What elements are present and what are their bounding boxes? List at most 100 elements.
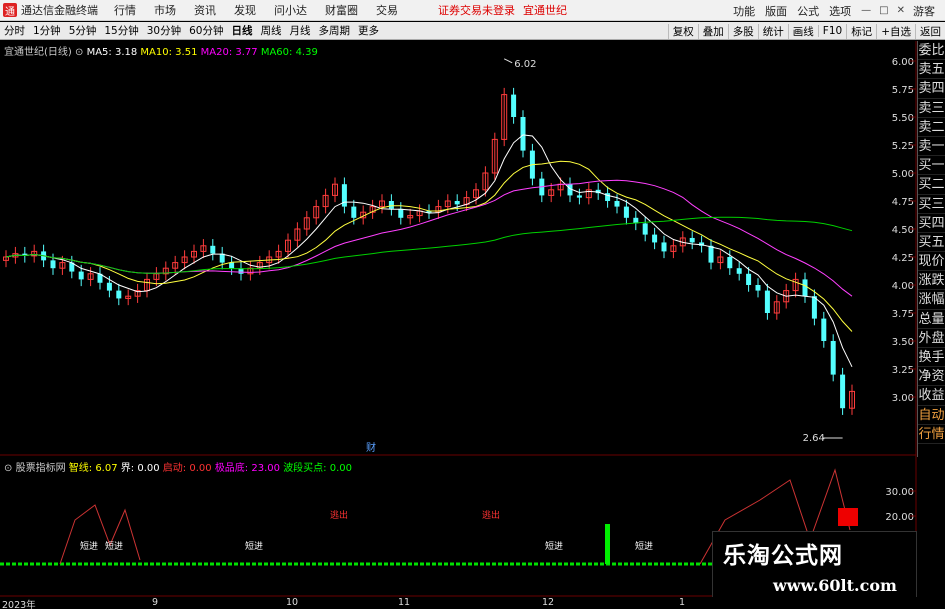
date-label: 1: [679, 597, 686, 608]
signal-label: 短进: [245, 540, 263, 552]
indicator-bar: [605, 524, 610, 564]
panel-item: 卖五: [918, 60, 945, 80]
candles: [3, 87, 855, 415]
high-label: 6.02: [514, 59, 536, 70]
candle-body: [106, 282, 112, 291]
candle-body: [614, 201, 620, 207]
ma-lines: 6.02 2.64 财: [5, 58, 853, 454]
panel-item: 买五: [918, 233, 945, 253]
candle-body: [727, 257, 733, 269]
date-label: 9: [152, 597, 159, 608]
candle-body: [764, 290, 770, 313]
candle-body: [830, 341, 836, 375]
date-label: 12: [542, 597, 555, 608]
candle-body: [840, 374, 846, 409]
indicator-line1: 智线: 6.07: [68, 463, 118, 474]
candle-body: [811, 296, 817, 319]
candle-body: [351, 206, 357, 218]
date-axis: 2023年 9 10 11 12 1: [0, 597, 945, 609]
panel-item: 买三: [918, 195, 945, 214]
price-tick-label: 5.50: [892, 113, 914, 124]
indicator-line3: 启动: 0.00: [162, 463, 212, 474]
candle-body: [398, 208, 404, 218]
price-tick-label: 5.00: [892, 169, 914, 180]
signal-label: 逃出: [482, 509, 500, 521]
panel-item: 收益: [918, 386, 945, 406]
panel-item: 总量: [918, 310, 945, 329]
candle-body: [652, 234, 658, 243]
indicator-settings-icon[interactable]: ⊙: [4, 463, 12, 474]
price-tick-label: 3.50: [892, 337, 914, 348]
panel-item: 买一: [918, 156, 945, 176]
indicator-line2: 界: 0.00: [120, 463, 160, 474]
price-tick-label: 4.50: [892, 225, 914, 236]
ma-settings-icon[interactable]: ⊙: [75, 47, 83, 58]
candle-body: [642, 223, 648, 235]
signal-label: 短进: [105, 540, 123, 552]
candle-body: [388, 201, 394, 209]
signal-label: 短进: [635, 540, 653, 552]
panel-item: 买二: [918, 175, 945, 195]
price-tick-label: 4.00: [892, 281, 914, 292]
signal-label: 短进: [545, 540, 563, 552]
date-label: 2023年: [2, 600, 36, 609]
price-tick-label: 5.25: [892, 141, 914, 152]
indicator-name[interactable]: 股票指标网: [16, 463, 66, 474]
price-tick-label: 3.75: [892, 309, 914, 320]
candle-body: [821, 318, 827, 341]
candle-body: [576, 195, 582, 198]
candle-body: [736, 268, 742, 274]
candle-body: [802, 279, 808, 297]
ma20-line: [5, 179, 853, 297]
candle-body: [689, 237, 695, 243]
candle-body: [520, 117, 526, 151]
indicator-header: ⊙ 股票指标网 智线: 6.07 界: 0.00 启动: 0.00 极品底: 2…: [4, 459, 352, 474]
candle-body: [454, 201, 460, 205]
date-label: 10: [286, 597, 299, 608]
candle-body: [229, 262, 235, 269]
panel-item: 卖三: [918, 99, 945, 118]
candle-body: [708, 245, 714, 263]
stock-period-label[interactable]: 宜通世纪(日线): [4, 47, 72, 58]
indicator-line4: 极品底: 23.00: [214, 463, 280, 474]
candle-body: [50, 260, 56, 269]
signal-label: 逃出: [330, 509, 348, 521]
panel-item: 委比: [918, 41, 945, 61]
indicator-line5: 波段买点: 0.00: [283, 463, 353, 474]
panel-item[interactable]: 自动: [918, 406, 945, 425]
panel-item: 卖二: [918, 118, 945, 137]
ma60-label: MA60: 4.39: [260, 47, 318, 58]
kline-chart: 6.022.64财 短进 短进 短进逃出 逃出短进 短进 6.005.755.505.2…: [0, 41, 945, 597]
date-label: 11: [398, 597, 411, 608]
candle-body: [511, 94, 517, 117]
price-tick-label: 5.75: [892, 85, 914, 96]
panel-item: 换手: [918, 348, 945, 368]
low-label: 2.64: [803, 433, 825, 444]
ma5-label: MA5: 3.18: [86, 47, 138, 58]
ma10-label: MA10: 3.51: [140, 47, 198, 58]
candle-body: [623, 206, 629, 218]
panel-item: 买四: [918, 214, 945, 233]
finance-marker: 财: [366, 441, 376, 454]
ma5-line: [5, 134, 853, 368]
candle-body: [661, 242, 667, 252]
indicator-bar: [838, 508, 858, 526]
candle-body: [755, 285, 761, 291]
candle-body: [78, 271, 84, 280]
indicator-line: [59, 504, 141, 565]
panel-item: 外盘: [918, 329, 945, 348]
candle-body: [210, 245, 216, 254]
signal-label: 短进: [80, 540, 98, 552]
panel-item: 卖四: [918, 79, 945, 99]
price-tick-label: 3.25: [892, 365, 914, 376]
ma10-line: [5, 160, 853, 332]
price-tick-label: 6.00: [892, 57, 914, 68]
panel-item: 涨跌: [918, 271, 945, 291]
watermark-title: 乐淘公式网: [723, 543, 843, 569]
watermark: 乐淘公式网 www.60lt.com: [712, 531, 917, 603]
panel-item[interactable]: 行情: [918, 425, 945, 444]
ma20-label: MA20: 3.77: [200, 47, 258, 58]
price-tick-label: 3.00: [892, 393, 914, 404]
ma60-line: [5, 216, 853, 274]
quote-side-panel: 委比 卖五 卖四 卖三 卖二 卖一 买一 买二 买三 买四 买五 现价 涨跌 涨幅 总量 外盘 换手 净资 收益 自动…: [917, 41, 945, 457]
